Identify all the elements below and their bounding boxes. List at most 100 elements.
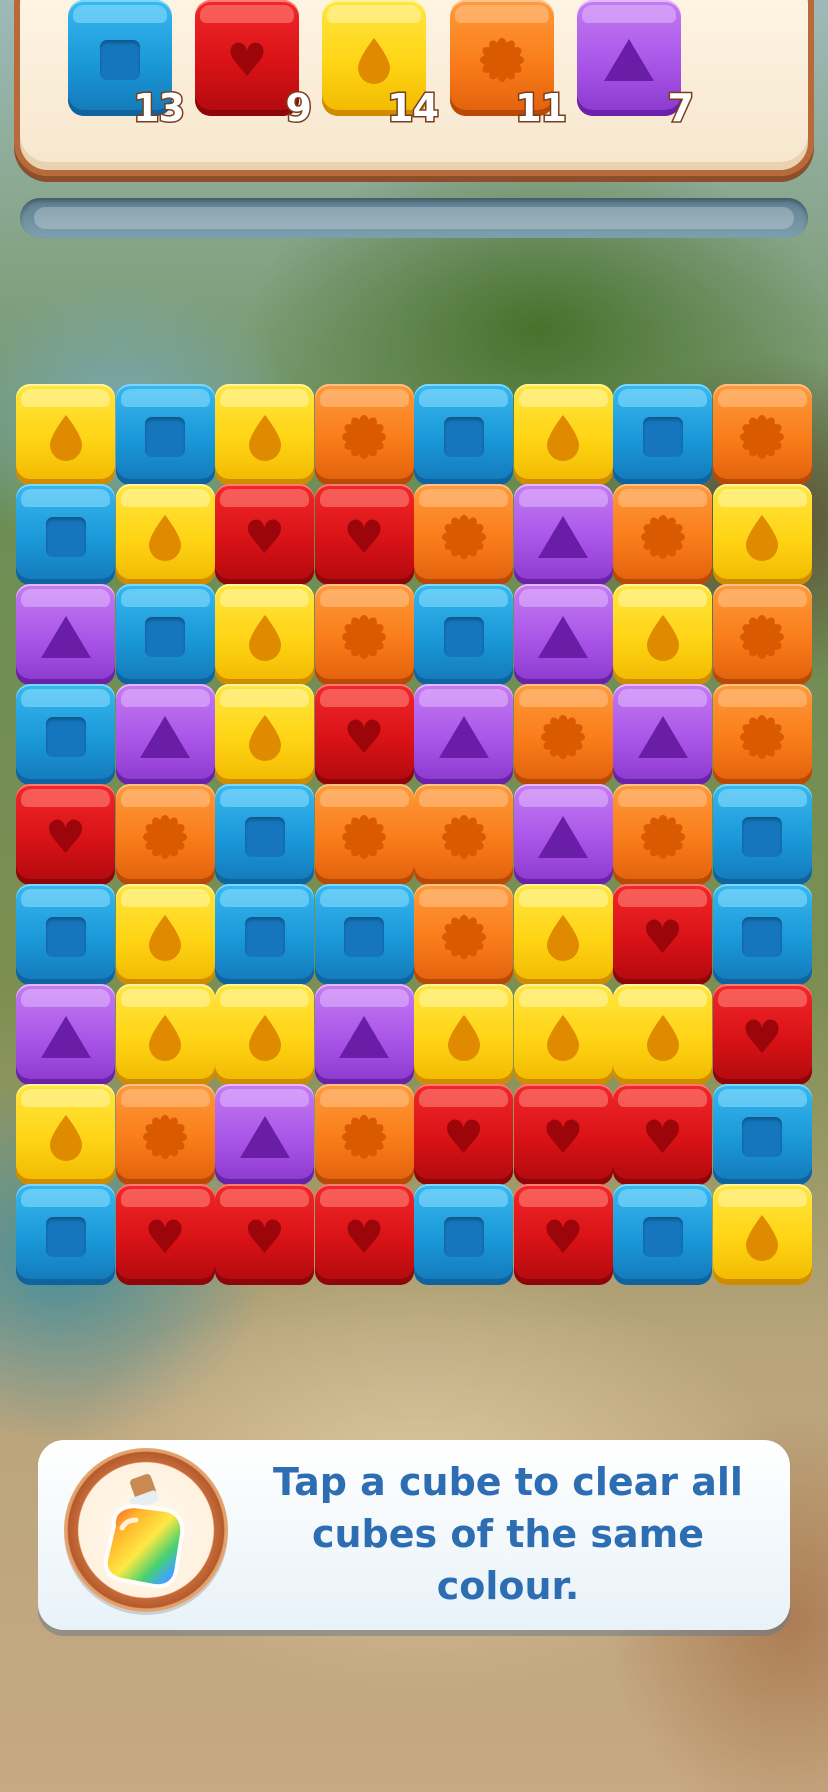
cube-red[interactable]: ♥ <box>613 884 712 985</box>
yellow-cube <box>215 384 314 485</box>
cube-orange[interactable] <box>613 784 712 885</box>
drop-icon <box>145 513 185 561</box>
cube-blue[interactable] <box>414 584 513 685</box>
cube-yellow[interactable] <box>16 1084 115 1185</box>
yellow-cube <box>414 984 513 1085</box>
goal-yellow: 14 <box>322 0 440 132</box>
cube-red[interactable]: ♥ <box>613 1084 712 1185</box>
cube-orange[interactable] <box>115 784 215 885</box>
cube-red[interactable]: ♥ <box>712 984 812 1085</box>
cube-yellow[interactable] <box>115 484 215 585</box>
cube-orange[interactable] <box>314 584 414 685</box>
cube-yellow[interactable] <box>115 884 215 985</box>
cube-red[interactable]: ♥ <box>414 1084 513 1185</box>
cube-yellow[interactable] <box>215 384 314 485</box>
cube-orange[interactable] <box>314 1084 414 1185</box>
cube-orange[interactable] <box>115 1084 215 1185</box>
cube-purple[interactable] <box>16 584 115 685</box>
cube-purple[interactable] <box>513 584 613 685</box>
yellow-cube <box>115 484 215 585</box>
orange-cube <box>314 784 414 885</box>
cube-blue[interactable] <box>613 1184 712 1285</box>
orange-cube <box>414 784 513 885</box>
cube-orange[interactable] <box>513 684 613 785</box>
cube-yellow[interactable] <box>613 584 712 685</box>
red-cube: ♥ <box>314 1184 414 1285</box>
cube-purple[interactable] <box>215 1084 314 1185</box>
cube-orange[interactable] <box>712 684 812 785</box>
cube-purple[interactable] <box>513 784 613 885</box>
cube-blue[interactable] <box>16 684 115 785</box>
cube-red[interactable]: ♥ <box>314 1184 414 1285</box>
cube-purple[interactable] <box>414 684 513 785</box>
orange-cube <box>712 684 812 785</box>
cube-yellow[interactable] <box>513 884 613 985</box>
cube-blue[interactable] <box>16 484 115 585</box>
cube-orange[interactable] <box>314 384 414 485</box>
cube-red[interactable]: ♥ <box>314 684 414 785</box>
cube-purple[interactable] <box>16 984 115 1085</box>
cube-blue[interactable] <box>712 1084 812 1185</box>
cube-orange[interactable] <box>414 484 513 585</box>
cube-purple[interactable] <box>613 684 712 785</box>
cube-red[interactable]: ♥ <box>215 1184 314 1285</box>
flower-icon <box>341 1114 387 1160</box>
cube-blue[interactable] <box>712 784 812 885</box>
cube-yellow[interactable] <box>215 584 314 685</box>
blue-cube <box>613 384 712 485</box>
cube-blue[interactable] <box>16 884 115 985</box>
square-icon <box>145 616 185 657</box>
cube-yellow[interactable] <box>414 984 513 1085</box>
orange-cube <box>414 884 513 985</box>
cube-purple[interactable] <box>513 484 613 585</box>
yellow-cube <box>16 1084 115 1185</box>
goal-count: 7 <box>666 85 696 132</box>
triangle-icon <box>637 715 688 758</box>
cube-orange[interactable] <box>712 384 812 485</box>
cube-orange[interactable] <box>414 784 513 885</box>
cube-yellow[interactable] <box>16 384 115 485</box>
cube-red[interactable]: ♥ <box>513 1084 613 1185</box>
cube-yellow[interactable] <box>215 984 314 1085</box>
cube-blue[interactable] <box>215 784 314 885</box>
flower-icon <box>341 614 387 660</box>
cube-purple[interactable] <box>115 684 215 785</box>
cube-yellow[interactable] <box>215 684 314 785</box>
red-cube: ♥ <box>613 1084 712 1185</box>
purple-cube <box>513 484 613 585</box>
cube-blue[interactable] <box>215 884 314 985</box>
cube-orange[interactable] <box>712 584 812 685</box>
cube-orange[interactable] <box>613 484 712 585</box>
cube-yellow[interactable] <box>513 384 613 485</box>
cube-blue[interactable] <box>314 884 414 985</box>
cube-blue[interactable] <box>712 884 812 985</box>
cube-purple[interactable] <box>314 984 414 1085</box>
cube-blue[interactable] <box>115 384 215 485</box>
cube-blue[interactable] <box>613 384 712 485</box>
cube-orange[interactable] <box>414 884 513 985</box>
flower-icon <box>640 814 686 860</box>
flower-icon <box>739 714 785 760</box>
cube-yellow[interactable] <box>712 1184 812 1285</box>
cube-yellow[interactable] <box>115 984 215 1085</box>
cube-yellow[interactable] <box>513 984 613 1085</box>
cube-blue[interactable] <box>414 384 513 485</box>
cube-blue[interactable] <box>16 1184 115 1285</box>
cube-orange[interactable] <box>314 784 414 885</box>
cube-red[interactable]: ♥ <box>16 784 115 885</box>
purple-cube <box>215 1084 314 1185</box>
cube-yellow[interactable] <box>712 484 812 585</box>
flower-icon <box>640 514 686 560</box>
yellow-cube <box>115 984 215 1085</box>
cube-blue[interactable] <box>414 1184 513 1285</box>
cube-yellow[interactable] <box>613 984 712 1085</box>
flower-icon <box>142 814 188 860</box>
cube-red[interactable]: ♥ <box>115 1184 215 1285</box>
cube-red[interactable]: ♥ <box>314 484 414 585</box>
cube-red[interactable]: ♥ <box>215 484 314 585</box>
orange-cube <box>115 1084 215 1185</box>
heart-icon: ♥ <box>343 1209 385 1264</box>
cube-red[interactable]: ♥ <box>513 1184 613 1285</box>
cube-blue[interactable] <box>115 584 215 685</box>
yellow-cube <box>613 984 712 1085</box>
